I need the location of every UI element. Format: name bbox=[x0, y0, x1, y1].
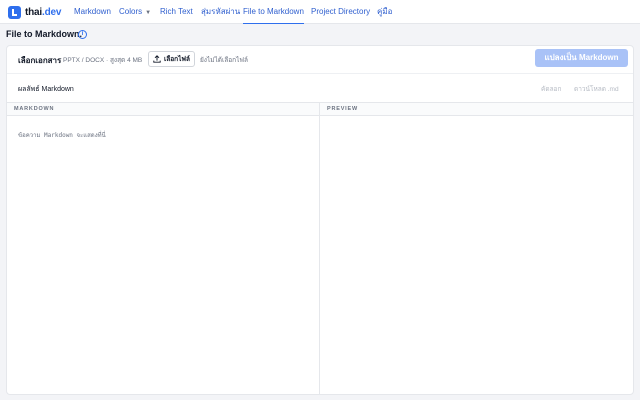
top-nav: thai.dev Markdown Colors ▼ Rich Text สุ่ม… bbox=[0, 0, 640, 24]
download-md-button[interactable]: ดาวน์โหลด .md bbox=[574, 84, 619, 94]
logo[interactable]: thai.dev bbox=[8, 5, 61, 19]
nav-item-markdown[interactable]: Markdown bbox=[74, 0, 111, 24]
nav-item-colors[interactable]: Colors ▼ bbox=[119, 0, 151, 24]
upload-row: เลือกเอกสาร PPTX / DOCX · สูงสุด 4 MB เล… bbox=[7, 46, 633, 74]
nav-item-rich-text[interactable]: Rich Text bbox=[160, 0, 193, 24]
upload-icon bbox=[153, 55, 161, 63]
preview-pane: PREVIEW bbox=[320, 103, 633, 395]
choose-file-label: เลือกไฟล์ bbox=[164, 56, 190, 63]
markdown-editor[interactable]: ข้อความ Markdown จะแสดงที่นี่ bbox=[18, 130, 106, 140]
result-row: ผลลัพธ์ Markdown คัดลอก ดาวน์โหลด .md bbox=[7, 74, 633, 103]
logo-text: thai.dev bbox=[25, 6, 62, 18]
result-title: ผลลัพธ์ Markdown bbox=[18, 86, 74, 93]
markdown-pane: MARKDOWN ข้อความ Markdown จะแสดงที่นี่ bbox=[7, 103, 320, 395]
nav-item-file-to-markdown[interactable]: File to Markdown bbox=[243, 0, 304, 24]
page-title: File to Markdown. bbox=[6, 29, 83, 39]
choose-file-button[interactable]: เลือกไฟล์ bbox=[148, 51, 195, 67]
converter-card: เลือกเอกสาร PPTX / DOCX · สูงสุด 4 MB เล… bbox=[6, 45, 634, 395]
markdown-pane-header: MARKDOWN bbox=[7, 103, 319, 116]
chevron-down-icon: ▼ bbox=[145, 10, 152, 16]
nav-item-project-directory[interactable]: Project Directory bbox=[311, 0, 370, 24]
info-icon[interactable]: i bbox=[78, 30, 87, 39]
copy-button[interactable]: คัดลอก bbox=[541, 84, 561, 94]
nav-item-manual[interactable]: คู่มือ bbox=[377, 0, 392, 24]
file-type-hint: PPTX / DOCX · สูงสุด 4 MB bbox=[63, 57, 143, 64]
logo-icon bbox=[8, 5, 21, 19]
nav-item-password[interactable]: สุ่มรหัสผ่าน bbox=[201, 0, 240, 24]
convert-button[interactable]: แปลงเป็น Markdown bbox=[535, 49, 628, 67]
no-file-status: ยังไม่ได้เลือกไฟล์ bbox=[200, 57, 248, 64]
document-section-title: เลือกเอกสาร bbox=[18, 56, 62, 65]
nav-item-colors-label: Colors bbox=[119, 7, 143, 16]
preview-pane-header: PREVIEW bbox=[320, 103, 633, 116]
